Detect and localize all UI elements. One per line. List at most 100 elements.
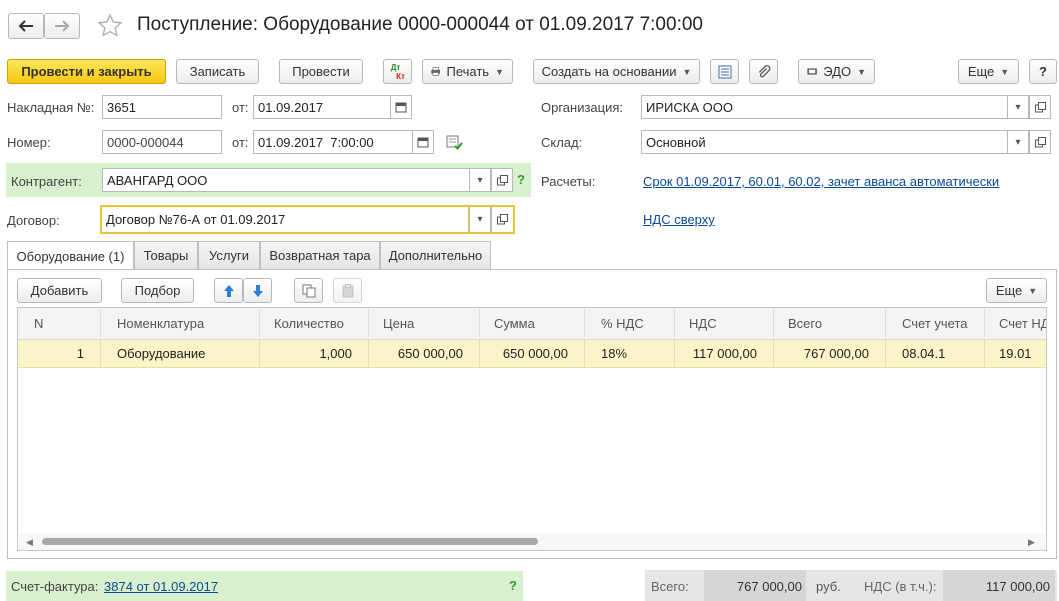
chevron-down-icon: ▼ (1000, 66, 1010, 77)
vat-on-top-link[interactable]: НДС сверху (643, 212, 715, 227)
post-and-close-button[interactable]: Провести и закрыть (7, 59, 166, 84)
column-header-nomenclature[interactable]: Номенклатура (101, 309, 260, 337)
cell-total[interactable]: 767 000,00 (774, 340, 886, 367)
tab-additional[interactable]: Дополнительно (380, 241, 491, 269)
number-date-calendar-button[interactable] (412, 130, 434, 154)
cell-account[interactable]: 08.04.1 (886, 340, 985, 367)
forward-button[interactable] (44, 13, 80, 39)
help-button[interactable]: ? (1029, 59, 1057, 84)
contract-field[interactable]: Договор №76-А от 01.09.2017 (100, 205, 470, 234)
chevron-down-icon: ▼ (495, 66, 504, 77)
edo-button[interactable]: ЭДО ▼ (798, 59, 875, 84)
warehouse-dropdown-button[interactable]: ▾ (1007, 130, 1029, 154)
number-date-label: от: (232, 135, 249, 150)
select-button[interactable]: Подбор (121, 278, 194, 303)
vat-total-value: 117 000,00 (985, 579, 1050, 594)
column-header-n[interactable]: N (18, 309, 101, 337)
column-header-quantity[interactable]: Количество (260, 309, 369, 337)
invoice-footer-link[interactable]: 3874 от 01.09.2017 (104, 579, 218, 594)
cell-n[interactable]: 1 (18, 340, 101, 367)
counterparty-dropdown-button[interactable]: ▾ (469, 168, 491, 192)
printer-icon (431, 67, 441, 76)
column-header-account[interactable]: Счет учета (886, 309, 985, 337)
counterparty-label: Контрагент: (11, 174, 82, 189)
open-window-icon (497, 214, 508, 225)
contract-label: Договор: (7, 213, 60, 228)
cell-price[interactable]: 650 000,00 (369, 340, 480, 367)
page-title: Поступление: Оборудование 0000-000044 от… (137, 14, 703, 35)
column-header-price[interactable]: Цена (369, 309, 480, 337)
hierarchy-icon (718, 65, 731, 78)
tab-services[interactable]: Услуги (198, 241, 260, 269)
paste-row-button[interactable] (333, 278, 362, 303)
counterparty-field[interactable]: АВАНГАРД ООО (102, 168, 470, 192)
copy-icon (302, 284, 315, 297)
contract-dropdown-button[interactable]: ▾ (469, 205, 491, 234)
contract-open-button[interactable] (491, 205, 515, 234)
cell-vat-rate[interactable]: 18% (585, 340, 675, 367)
cell-quantity[interactable]: 1,000 (260, 340, 369, 367)
number-datetime-field[interactable]: 01.09.2017 7:00:00 (253, 130, 413, 154)
favorite-star-icon[interactable] (97, 13, 123, 39)
column-header-total[interactable]: Всего (774, 309, 886, 337)
calendar-icon (395, 102, 407, 113)
cell-vat[interactable]: 117 000,00 (675, 340, 774, 367)
warehouse-field[interactable]: Основной (641, 130, 1008, 154)
total-label: Всего: (651, 579, 689, 594)
invoice-date-field[interactable]: 01.09.2017 (253, 95, 391, 119)
chevron-down-icon: ▾ (477, 214, 483, 225)
cell-vat-account[interactable]: 19.01 (985, 340, 1046, 367)
organization-dropdown-button[interactable]: ▾ (1007, 95, 1029, 119)
tab-equipment[interactable]: Оборудование (1) (7, 241, 134, 270)
column-header-vat-account[interactable]: Счет НДС (985, 309, 1046, 337)
arrow-down-icon (252, 284, 263, 297)
column-header-sum[interactable]: Сумма (480, 309, 585, 337)
open-window-icon (1034, 101, 1046, 112)
chevron-down-icon: ▼ (1028, 285, 1038, 296)
settlements-link[interactable]: Срок 01.09.2017, 60.01, 60.02, зачет ава… (643, 174, 999, 189)
document-check-icon[interactable] (446, 135, 463, 153)
chevron-down-icon: ▾ (1015, 136, 1021, 148)
cell-sum[interactable]: 650 000,00 (480, 340, 585, 367)
attach-button[interactable] (749, 59, 778, 84)
post-button[interactable]: Провести (279, 59, 363, 84)
print-button[interactable]: Печать ▼ (422, 59, 513, 84)
move-down-button[interactable] (243, 278, 272, 303)
counterparty-help-icon[interactable]: ? (517, 172, 525, 187)
copy-row-button[interactable] (294, 278, 323, 303)
invoice-help-icon[interactable]: ? (509, 578, 517, 593)
warehouse-open-button[interactable] (1029, 130, 1051, 154)
tab-goods[interactable]: Товары (134, 241, 198, 269)
open-window-icon (496, 174, 508, 185)
invoice-number-field[interactable]: 3651 (102, 95, 222, 119)
chevron-down-icon: ▼ (682, 66, 692, 77)
scroll-left-arrow-icon[interactable]: ◀ (26, 537, 33, 548)
column-header-vat[interactable]: НДС (675, 309, 774, 337)
total-currency: руб. (816, 579, 841, 594)
total-value: 767 000,00 (736, 579, 802, 594)
move-up-button[interactable] (214, 278, 243, 303)
structure-button[interactable] (710, 59, 739, 84)
edo-icon (807, 68, 817, 75)
back-button[interactable] (8, 13, 44, 39)
invoice-date-calendar-button[interactable] (390, 95, 412, 119)
counterparty-open-button[interactable] (491, 168, 513, 192)
scroll-right-arrow-icon[interactable]: ▶ (1028, 537, 1035, 548)
number-field[interactable]: 0000-000044 (102, 130, 222, 154)
organization-open-button[interactable] (1029, 95, 1051, 119)
cell-nomenclature[interactable]: Оборудование (101, 340, 260, 367)
dt-kt-button[interactable]: Дт Кт (383, 59, 412, 84)
paperclip-icon (758, 64, 770, 77)
tab-returnable-packaging[interactable]: Возвратная тара (260, 241, 380, 269)
column-header-vat-rate[interactable]: % НДС (585, 309, 675, 337)
chevron-down-icon: ▾ (477, 174, 483, 186)
table-more-label: Еще (995, 283, 1023, 298)
create-based-on-button[interactable]: Создать на основании ▼ (533, 59, 700, 84)
scrollbar-thumb[interactable] (42, 538, 538, 545)
add-button[interactable]: Добавить (17, 278, 102, 303)
table-more-button[interactable]: Еще ▼ (986, 278, 1047, 303)
more-button[interactable]: Еще ▼ (958, 59, 1019, 84)
horizontal-scrollbar[interactable]: ◀ ▶ (18, 534, 1046, 550)
save-button[interactable]: Записать (176, 59, 259, 84)
organization-field[interactable]: ИРИСКА ООО (641, 95, 1008, 119)
